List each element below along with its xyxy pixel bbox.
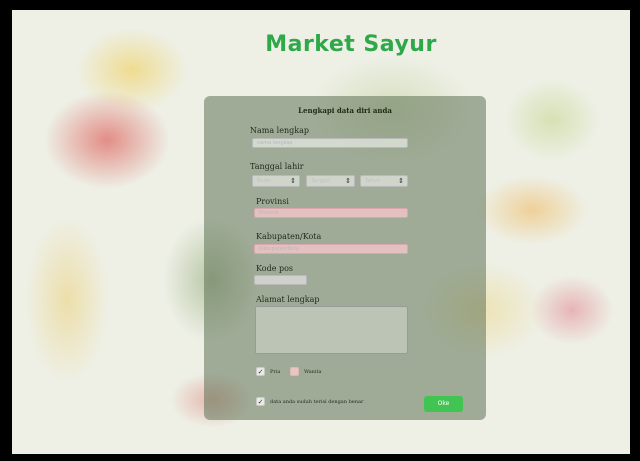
kodepos-input[interactable] — [254, 275, 307, 285]
confirm-label: data anda sudah terisi dengan benar — [270, 399, 364, 405]
provinsi-input[interactable]: Provinsi — [254, 208, 408, 218]
provinsi-label: Provinsi — [256, 197, 289, 206]
updown-chevron-icon: ⇕ — [290, 177, 296, 185]
oke-button[interactable]: Oke — [424, 396, 463, 412]
tanggal-label: Tanggal lahir — [250, 162, 304, 171]
wanita-checkbox[interactable] — [290, 367, 299, 376]
tahun-select-value: Tahun — [365, 178, 380, 184]
tanggal-select[interactable]: Tanggal ⇕ — [306, 175, 355, 187]
pria-checkbox[interactable]: ✓ — [256, 367, 265, 376]
kabupaten-input[interactable]: Kabupaten/Kota — [254, 244, 408, 254]
alamat-textarea[interactable] — [255, 306, 408, 354]
app-title: Market Sayur — [265, 32, 437, 57]
form-card: Lengkapi data diri anda Nama lengkap nam… — [204, 96, 486, 420]
alamat-label: Alamat lengkap — [256, 295, 320, 304]
check-icon: ✓ — [257, 398, 264, 406]
pria-label: Pria — [270, 369, 281, 375]
background-frame: Market Sayur Lengkapi data diri anda Nam… — [12, 10, 630, 454]
form-heading: Lengkapi data diri anda — [298, 106, 392, 115]
bulan-select-value: Bulan — [257, 178, 272, 184]
tanggal-select-value: Tanggal — [311, 178, 331, 184]
nama-label: Nama lengkap — [250, 126, 309, 135]
bulan-select[interactable]: Bulan ⇕ — [252, 175, 300, 187]
check-icon: ✓ — [257, 368, 264, 376]
updown-chevron-icon: ⇕ — [345, 177, 351, 185]
confirm-checkbox[interactable]: ✓ — [256, 397, 265, 406]
tahun-select[interactable]: Tahun ⇕ — [360, 175, 408, 187]
updown-chevron-icon: ⇕ — [398, 177, 404, 185]
nama-input[interactable]: nama lengkap — [252, 138, 408, 148]
kabupaten-label: Kabupaten/Kota — [256, 232, 322, 241]
wanita-label: Wanita — [304, 369, 322, 375]
kodepos-label: Kode pos — [256, 264, 294, 273]
